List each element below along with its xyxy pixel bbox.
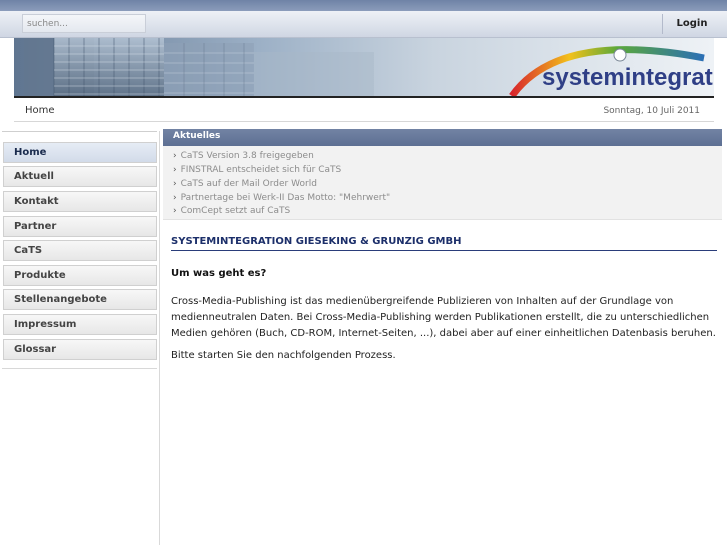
sidebar-item-stellenangebote[interactable]: Stellenangebote xyxy=(3,289,157,310)
logo-text: systemintegration xyxy=(542,64,714,91)
news-item[interactable]: › CaTS Version 3.8 freigegeben xyxy=(173,151,314,164)
sidebar-item-home[interactable]: Home xyxy=(3,142,157,163)
bullet-icon: › xyxy=(173,165,177,175)
sidebar-item-glossar[interactable]: Glossar xyxy=(3,339,157,360)
login-link[interactable]: Login xyxy=(666,18,718,29)
intro-paragraph: Cross-Media-Publishing ist das medienübe… xyxy=(171,296,716,339)
sidebar-item-impressum[interactable]: Impressum xyxy=(3,314,157,335)
sidebar-item-produkte[interactable]: Produkte xyxy=(3,265,157,286)
login-divider xyxy=(662,14,663,34)
news-item[interactable]: › CaTS auf der Mail Order World xyxy=(173,179,317,192)
news-item[interactable]: › FINSTRAL entscheidet sich für CaTS xyxy=(173,165,341,178)
search-bar: Login xyxy=(0,11,727,38)
bullet-icon: › xyxy=(173,206,177,216)
date-display: Sonntag, 10 Juli 2011 xyxy=(603,106,700,116)
news-item-label[interactable]: CaTS auf der Mail Order World xyxy=(181,179,317,189)
header-banner: systemintegration xyxy=(14,38,714,98)
sidebar-item-kontakt[interactable]: Kontakt xyxy=(3,191,157,212)
breadcrumb: Home Sonntag, 10 Juli 2011 xyxy=(14,100,714,122)
sidebar-item-partner[interactable]: Partner xyxy=(3,216,157,237)
news-list: › CaTS Version 3.8 freigegeben › FINSTRAL … xyxy=(163,146,722,220)
news-heading: Aktuelles xyxy=(163,129,722,146)
breadcrumb-home[interactable]: Home xyxy=(25,105,55,116)
sidebar-divider xyxy=(2,131,157,132)
section-heading: Um was geht es? xyxy=(171,268,267,279)
news-item-label[interactable]: Partnertage bei Werk-II Das Motto: "Mehr… xyxy=(181,193,391,203)
bullet-icon: › xyxy=(173,193,177,203)
sidebar-item-aktuell[interactable]: Aktuell xyxy=(3,166,157,187)
news-item-label[interactable]: ComCept setzt auf CaTS xyxy=(181,206,291,216)
banner-image: systemintegration xyxy=(14,38,714,96)
page-title: SYSTEMINTEGRATION GIESEKING & GRUNZIG GM… xyxy=(171,236,717,251)
top-strip xyxy=(0,0,727,11)
news-item[interactable]: › Partnertage bei Werk-II Das Motto: "Meh… xyxy=(173,193,390,206)
bullet-icon: › xyxy=(173,179,177,189)
search-input[interactable] xyxy=(22,14,146,33)
news-item-label[interactable]: FINSTRAL entscheidet sich für CaTS xyxy=(181,165,342,175)
news-item-label[interactable]: CaTS Version 3.8 freigegeben xyxy=(181,151,314,161)
bullet-icon: › xyxy=(173,151,177,161)
sidebar: Home Aktuell Kontakt Partner CaTS Produk… xyxy=(0,131,160,545)
instruction-paragraph: Bitte starten Sie den nachfolgenden Proz… xyxy=(171,350,396,361)
news-item[interactable]: › ComCept setzt auf CaTS xyxy=(173,206,290,219)
sidebar-item-cats[interactable]: CaTS xyxy=(3,240,157,261)
sidebar-divider xyxy=(2,368,157,369)
